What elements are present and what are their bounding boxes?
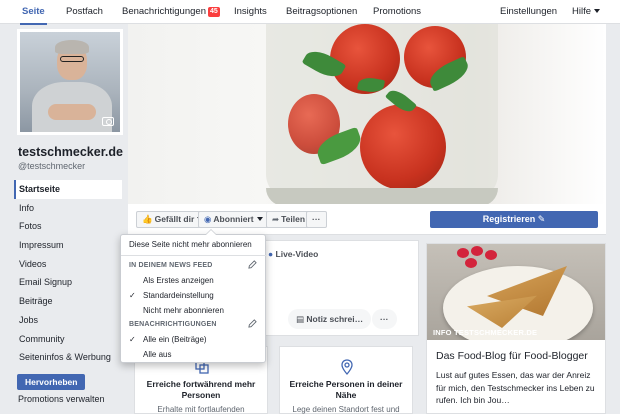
raspberry [457,248,469,258]
nav-item-email-signup[interactable]: Email Signup [14,273,122,292]
promo-card-local[interactable]: Erreiche Personen in deiner Nähe Lege de… [279,346,413,414]
profile-picture[interactable] [17,29,123,135]
tab-page[interactable]: Seite [20,0,47,25]
tab-label: Beitragsoptionen [286,6,358,17]
page-handle[interactable]: @testschmecker [18,161,85,171]
register-button[interactable]: Registrieren ✎ [430,211,598,228]
camera-icon[interactable] [102,117,114,126]
profile-photo-hair [55,40,89,54]
nav-item-imprint[interactable]: Impressum [14,236,122,255]
note-label: Notiz schrei… [306,314,364,324]
chevron-down-icon [256,217,263,221]
register-label: Registrieren [482,214,536,224]
tab-insights[interactable]: Insights [234,0,267,24]
pencil-icon[interactable] [248,319,257,328]
promo-card-title: Erreiche Personen in deiner Nähe [289,379,403,400]
tab-label: Postfach [66,6,103,17]
notification-count-badge: 45 [207,7,220,17]
follow-dropdown-menu: Diese Seite nicht mehr abonnieren IN DEI… [120,229,267,363]
tab-label: Promotions [373,6,422,17]
notification-option-all-on[interactable]: ✓ Alle ein (Beiträge) [121,335,267,344]
tab-settings[interactable]: Einstellungen [500,0,557,24]
profile-photo-glasses [60,56,84,62]
notification-option-all-off[interactable]: Alle aus [121,350,267,359]
promo-card-title: Erreiche fortwährend mehr Personen [146,379,256,400]
chevron-down-icon [594,9,601,13]
tab-label: Einstellungen [500,6,558,17]
tab-post-options[interactable]: Beitragsoptionen [286,0,357,24]
live-video-label: Live-Video [275,249,319,259]
tab-label: Hilfe [572,6,592,17]
menu-divider [121,255,267,256]
thumbs-up-icon: 👍 [142,214,153,224]
left-navigation: Startseite Info Fotos Impressum Videos E… [14,180,122,367]
follow-label: Abonniert [213,214,254,224]
share-label: Teilen [281,214,306,224]
nav-item-page-info-ads[interactable]: Seiteninfos & Werbung [14,348,122,367]
cover-tomato [360,104,446,190]
like-label: Gefällt dir [154,214,195,224]
feed-option-default[interactable]: ✓ Standardeinstellung [121,291,267,300]
tab-notifications[interactable]: Benachrichtigungen 45 [122,0,220,24]
notifications-section-header: BENACHRICHTIGUNGEN [129,321,217,328]
share-button[interactable]: ➦ Teilen [266,211,312,228]
pencil-icon: ✎ [537,214,546,224]
raspberry [465,258,477,268]
write-note-chip[interactable]: ▤ Notiz schrei… [288,309,372,329]
option-label: Alle aus [143,350,172,359]
feed-option-unfollow[interactable]: Nicht mehr abonnieren [121,306,267,315]
nav-item-posts[interactable]: Beiträge [14,292,122,311]
composer-more-chip[interactable]: ··· [372,309,397,329]
tab-label: Benachrichtigungen [122,6,206,17]
feed-option-show-first[interactable]: Als Erstes anzeigen [121,276,267,285]
location-pin-icon [341,359,353,375]
pencil-icon[interactable] [248,260,257,269]
checkmark-icon: ✓ [129,291,136,300]
page-action-bar: 👍 Gefällt dir ◉ Abonniert ➦ Teilen ··· Regi… [128,204,606,235]
about-card-image: INFO TESTSCHMECKER.DE [427,244,605,340]
cover-photo[interactable] [128,24,606,204]
raspberry [485,250,497,260]
nav-item-videos[interactable]: Videos [14,255,122,274]
follow-button[interactable]: ◉ Abonniert [198,211,269,228]
promo-card-subtitle: Lege deinen Standort fest und [292,405,400,414]
tab-label: Seite [22,6,45,17]
cover-jar-base [266,188,498,204]
about-card-text: Lust auf gutes Essen, das war der Anreiz… [436,370,595,405]
video-icon: ● [268,249,274,259]
checkmark-icon: ✓ [129,335,136,344]
tab-promotions[interactable]: Promotions [373,0,421,24]
manage-promotions-link[interactable]: Promotions verwalten [18,394,105,404]
about-card-title: Das Food-Blog für Food-Blogger [436,350,588,362]
rss-icon: ◉ [204,214,212,224]
nav-item-photos[interactable]: Fotos [14,217,122,236]
nav-item-info[interactable]: Info [14,199,122,218]
unfollow-page-option[interactable]: Diese Seite nicht mehr abonnieren [121,240,267,249]
option-label: Standardeinstellung [143,291,214,300]
share-arrow-icon: ➦ [272,214,280,224]
promo-card-subtitle: Erhalte mit fortlaufenden [157,405,245,414]
tab-label: Insights [234,6,267,17]
option-label: Als Erstes anzeigen [143,276,214,285]
more-button[interactable]: ··· [306,211,327,228]
top-navigation: Seite Postfach Benachrichtigungen 45 Insi… [0,0,620,25]
news-feed-section-header: IN DEINEM NEWS FEED [129,262,213,269]
note-icon: ▤ [296,314,305,324]
tab-inbox[interactable]: Postfach [66,0,103,24]
about-card-caption: INFO TESTSCHMECKER.DE [433,328,538,337]
about-card[interactable]: INFO TESTSCHMECKER.DE Das Food-Blog für … [426,243,606,414]
raspberry [471,246,483,256]
nav-item-home[interactable]: Startseite [14,180,122,199]
nav-item-jobs[interactable]: Jobs [14,311,122,330]
option-label: Alle ein (Beiträge) [143,335,207,344]
page-name[interactable]: testschmecker.de [18,145,123,159]
nav-item-community[interactable]: Community [14,330,122,349]
profile-photo-arms [48,104,96,120]
tab-help[interactable]: Hilfe [572,0,601,24]
live-video-button[interactable]: ● Live-Video [268,249,318,259]
option-label: Nicht mehr abonnieren [143,306,224,315]
promote-button[interactable]: Hervorheben [17,374,86,390]
